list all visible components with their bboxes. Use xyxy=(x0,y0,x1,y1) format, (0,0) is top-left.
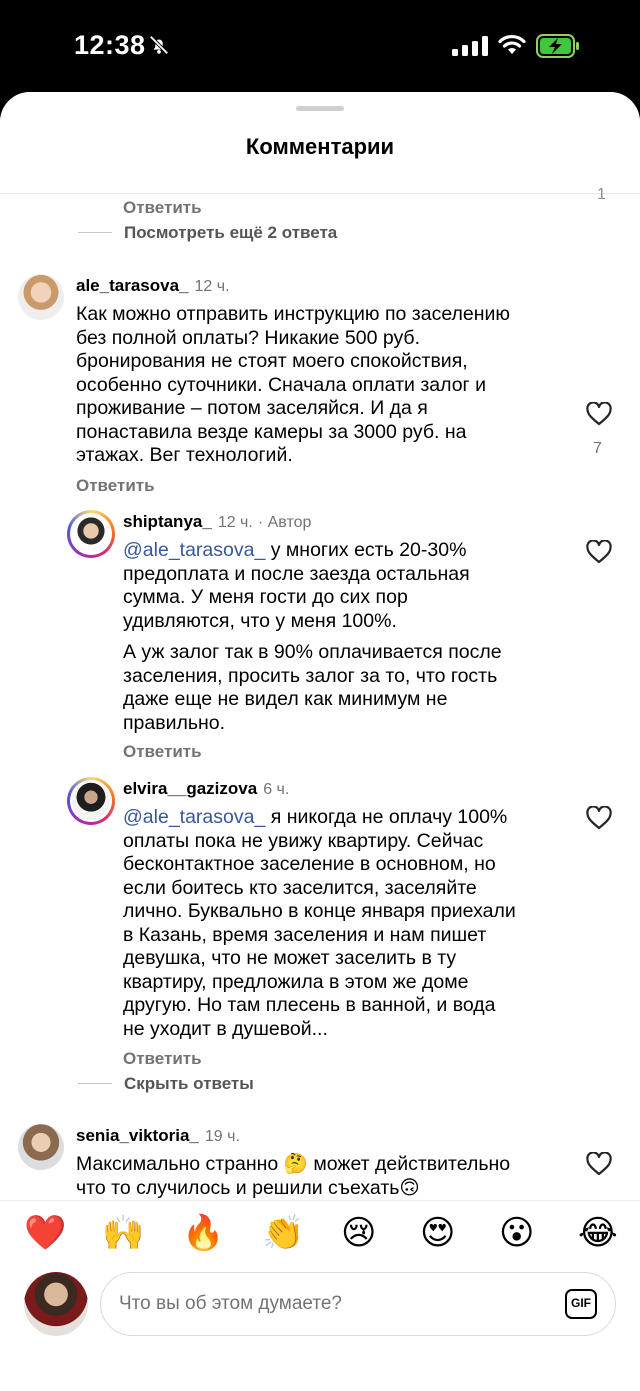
reaction-surprised-emoji[interactable]: 😮 xyxy=(499,1213,534,1253)
comment-line: @ale_tarasova_ я никогда не оплачу 100% xyxy=(123,806,573,830)
reaction-heart-emoji[interactable]: ❤️ xyxy=(24,1213,66,1253)
like-heart-icon[interactable] xyxy=(586,402,612,426)
reaction-fire-emoji[interactable]: 🔥 xyxy=(182,1213,224,1253)
comment-composer: Что вы об этом думаете? GIF xyxy=(0,1272,640,1391)
comment-line: оплаты пока не увижу квартиру. Сейчас xyxy=(123,829,484,852)
comment-line: этажах. Вег технологий. xyxy=(76,444,293,466)
mention-link[interactable]: @ale_tarasova_ xyxy=(123,539,265,561)
comment-line: девушка, что не может заселить в ту xyxy=(123,947,457,969)
avatar-story-ring[interactable] xyxy=(67,777,115,825)
like-heart-icon[interactable] xyxy=(586,806,612,830)
cellular-signal-icon xyxy=(452,36,488,56)
sheet-header: Комментарии 1 xyxy=(0,92,640,203)
username-text[interactable]: shiptanya_ xyxy=(123,512,212,531)
username-text[interactable]: elvira__gazizova xyxy=(123,779,257,798)
reaction-raised-hands-emoji[interactable]: 🙌 xyxy=(102,1213,144,1253)
current-user-avatar[interactable] xyxy=(24,1272,88,1336)
reaction-crying-emoji[interactable]: 😢 xyxy=(341,1213,376,1253)
status-time: 12:38 xyxy=(74,30,146,60)
sheet-grabber[interactable] xyxy=(296,106,344,111)
mention-link[interactable]: @ale_tarasova_ xyxy=(123,806,265,828)
status-bar: 12:38 xyxy=(0,0,640,92)
hide-replies-button[interactable]: Скрыть ответы xyxy=(124,1074,254,1094)
reaction-clap-emoji[interactable]: 👏 xyxy=(262,1213,304,1253)
comment-line-text: у многих есть 20-30% xyxy=(265,539,467,561)
avatar[interactable] xyxy=(18,274,64,320)
avatar[interactable] xyxy=(18,1124,64,1170)
like-count[interactable]: 7 xyxy=(593,440,602,458)
comment-line: не уходит в душевой... xyxy=(123,1017,328,1040)
wifi-icon xyxy=(498,34,526,54)
comment-line: А уж залог так в 90% оплачивается после xyxy=(123,641,502,663)
comment-body: @ale_tarasova_ я никогда не оплачу 100% … xyxy=(123,806,573,1041)
comment-username[interactable]: elvira__gazizova 6 ч. xyxy=(123,779,289,799)
comment-line: что то случилось и решили съехать🙃 xyxy=(76,1176,420,1199)
comment-body: Максимально странно 🤔 может действительн… xyxy=(76,1153,576,1200)
avatar[interactable] xyxy=(70,780,112,822)
comment-time: 12 ч. xyxy=(194,278,230,295)
like-heart-icon[interactable] xyxy=(586,540,612,564)
comment-line: лично. Буквально в конце января приехали xyxy=(123,900,516,922)
comment-line: Максимально странно 🤔 может действительн… xyxy=(76,1153,511,1175)
comments-list[interactable]: Ответить Посмотреть ещё 2 ответа ale_tar… xyxy=(0,194,640,1200)
username-text[interactable]: ale_tarasova_ xyxy=(76,276,188,295)
comment-line: проживание – потом заселяйся. И да я xyxy=(76,397,428,419)
reply-button[interactable]: Ответить xyxy=(123,198,202,218)
reaction-laughing-emoji[interactable]: 😂 xyxy=(578,1213,618,1253)
comment-line-text: я никогда не оплачу 100% xyxy=(265,806,508,828)
battery-charging-icon xyxy=(536,34,579,58)
comment-line: даже еще не видел как минимум не xyxy=(123,688,448,710)
comment-line: предоплата и после заезда остальная xyxy=(123,562,470,585)
comment-line: @ale_tarasova_ у многих есть 20-30% xyxy=(123,539,573,563)
comment-username[interactable]: shiptanya_ 12 ч. · Автор xyxy=(123,512,311,532)
comment-line: особенно суточники. Сначала оплати залог… xyxy=(76,373,486,396)
username-text[interactable]: senia_viktoria_ xyxy=(76,1126,199,1145)
comment-time: 12 ч. xyxy=(217,514,253,531)
comment-line: в Казань, время заселения и нам пишет xyxy=(123,923,487,946)
author-badge: · Автор xyxy=(257,514,312,531)
comment-input-placeholder[interactable]: Что вы об этом думаете? xyxy=(119,1293,342,1315)
page-title: Комментарии xyxy=(245,134,395,159)
scroll-fragment: 1 xyxy=(597,186,606,203)
comment-line: другую. Но там плесень в ванной, и вода xyxy=(123,994,496,1016)
reply-button[interactable]: Ответить xyxy=(123,742,202,762)
comment-line: правильно. xyxy=(123,711,226,734)
view-more-replies-button[interactable]: Посмотреть ещё 2 ответа xyxy=(124,223,337,243)
avatar[interactable] xyxy=(70,513,112,555)
reaction-heart-eyes-emoji[interactable]: 😍 xyxy=(420,1213,455,1253)
gif-button[interactable]: GIF xyxy=(565,1289,597,1319)
comment-line: понаставила везде камеры за 3000 руб. на xyxy=(76,420,467,443)
comment-line: если боитесь кто заселится, заселяйте xyxy=(123,876,477,899)
like-heart-icon[interactable] xyxy=(586,1152,612,1176)
comment-line: удивляются, что у меня 100%. xyxy=(123,609,397,632)
thread-divider xyxy=(78,232,112,233)
comment-line: бронирования не стоят моего спокойствия, xyxy=(76,350,468,372)
comments-sheet: Комментарии 1 Ответить Посмотреть ещё 2 … xyxy=(0,92,640,1391)
comment-line: заселения, просить залог за то, что гост… xyxy=(123,664,498,687)
comment-time: 19 ч. xyxy=(204,1128,240,1145)
comment-body: @ale_tarasova_ у многих есть 20-30% пред… xyxy=(123,539,573,735)
avatar-story-ring[interactable] xyxy=(67,510,115,558)
bell-off-icon xyxy=(149,35,169,55)
comment-username[interactable]: ale_tarasova_ 12 ч. xyxy=(76,276,230,296)
comment-line: бесконтактное заселение в основном, но xyxy=(123,853,496,875)
comment-line: Как можно отправить инструкцию по заселе… xyxy=(76,303,511,325)
thread-divider xyxy=(78,1083,112,1084)
comment-time: 6 ч. xyxy=(263,781,290,798)
reply-button[interactable]: Ответить xyxy=(123,1049,202,1069)
comment-input[interactable]: Что вы об этом думаете? GIF xyxy=(100,1272,616,1336)
comment-username[interactable]: senia_viktoria_ 19 ч. xyxy=(76,1126,240,1146)
comment-line: без полной оплаты? Никакие 500 руб. xyxy=(76,326,421,349)
comment-body: Как можно отправить инструкцию по заселе… xyxy=(76,303,576,468)
comment-line: сумма. У меня гости до сих пор xyxy=(123,586,408,608)
quick-reactions-bar: ❤️ 🙌 🔥 👏 😢 😍 😮 😂 xyxy=(0,1200,640,1272)
reply-button[interactable]: Ответить xyxy=(76,476,155,496)
comment-line: квартиру, предложила в этом же доме xyxy=(123,970,469,993)
